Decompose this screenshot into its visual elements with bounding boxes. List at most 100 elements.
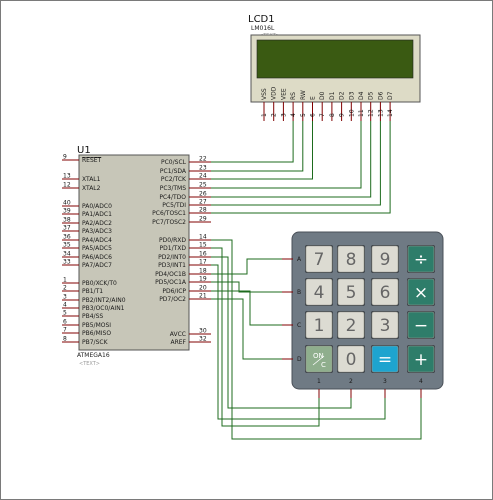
lcd-pin-number: 7 [319,113,326,117]
lcd-pin-number: 8 [329,113,336,117]
key-label: ÷ [414,250,428,270]
mcu-right-pin-name: PC7/TOSC2 [152,219,186,226]
mcu-left-pin-name: PB7/SCK [82,339,109,346]
mcu-right-pin-number: 17 [199,259,207,266]
mcu-left-pin-number: 9 [63,154,67,161]
lcd-ref-label: LCD1 [248,14,275,25]
keypad-row-label: D [297,356,302,363]
key-label: 9 [380,250,391,270]
lcd-pin-name: D1 [329,91,336,100]
mcu-left-pin-number: 36 [63,234,71,241]
mcu-left-pin-number: 5 [63,310,67,317]
mcu-left-pin-name: RESET [82,157,102,164]
lcd-pin-number: 13 [377,109,384,117]
mcu-right-pin-name: AREF [170,339,186,346]
key-1-button[interactable]: 1 [305,311,333,339]
mcu-part-label: ATMEGA16 [77,352,110,359]
mcu-left-pin-number: 37 [63,225,71,232]
key-5-button[interactable]: 5 [337,278,365,306]
key-multiply-button[interactable]: × [407,278,435,306]
lcd-pin-name: D3 [348,91,355,100]
key-divide-button[interactable]: ÷ [407,245,435,273]
mcu-right-pin-name: PD7/OC2 [159,296,186,303]
mcu-left-pin-number: 12 [63,182,71,189]
mcu-text-hint: <TEXT> [79,361,100,367]
keypad[interactable]: 7 8 9 ÷4 5 6 ×1 2 3 −ONC 0 = + ABCD1 2 3 4 [282,231,444,398]
key-3-button[interactable]: 3 [371,311,399,339]
key-label: 6 [380,283,391,303]
mcu-right-pin-number: 23 [199,165,207,172]
mcu-right-pin-name: PD2/INT0 [158,254,186,261]
lcd-screen [256,39,414,79]
mcu-right-pin-name: PD4/OC1B [155,271,186,278]
mcu-chip[interactable]: U1 ATMEGA16 <TEXT> 9 RESET13 XTAL112 XTAL24… [62,145,211,367]
key-label: 0 [346,350,357,370]
lcd-pin-name: D6 [377,91,384,100]
mcu-right-pin-number: 16 [199,251,207,258]
mcu-right-pin-number: 14 [199,234,207,241]
lcd-part-label: LM016L [251,25,275,32]
mcu-right-pin-number: 24 [199,173,207,180]
key-label: + [414,350,428,370]
mcu-right-pin-name: PC1/SDA [160,168,187,175]
key-4-button[interactable]: 4 [305,278,333,306]
keypad-row-label: C [297,322,301,329]
lcd-pin-number: 14 [387,109,394,117]
key-label: 7 [314,250,325,270]
key-label: 3 [380,316,391,336]
key-label: = [378,350,392,370]
key-6-button[interactable]: 6 [371,278,399,306]
mcu-left-pin-number: 33 [63,259,71,266]
key-2-button[interactable]: 2 [337,311,365,339]
mcu-right-pin-name: PC4/TDO [159,194,186,201]
lcd-pin-name: D4 [358,91,365,100]
key-plus-button[interactable]: + [407,345,435,373]
mcu-left-pin-name: PB1/T1 [82,288,103,295]
mcu-left-pin-name: PA3/ADC3 [82,228,112,235]
mcu-right-pin-number: 27 [199,199,207,206]
keypad-col-label: 2 [349,378,353,385]
key-7-button[interactable]: 7 [305,245,333,273]
mcu-right-pin-name: PD5/OC1A [155,279,187,286]
mcu-left-pin-number: 38 [63,217,71,224]
mcu-left-pin-name: PA5/ADC5 [82,245,112,252]
lcd-pin-number: 6 [310,113,317,117]
key-minus-button[interactable]: − [407,311,435,339]
keypad-col-label: 3 [383,378,387,385]
mcu-left-pin-name: PA2/ADC2 [82,220,112,227]
mcu-left-pin-name: PA7/ADC7 [82,262,112,269]
mcu-left-pin-number: 6 [63,319,67,326]
key-on-clear-button[interactable]: ONC [305,345,333,373]
mcu-left-pin-name: PA6/ADC6 [82,254,112,261]
mcu-right-pin-number: 19 [199,276,207,283]
key-8-button[interactable]: 8 [337,245,365,273]
key-0-button[interactable]: 0 [337,345,365,373]
mcu-right-pin-number: 15 [199,242,207,249]
lcd-pin-name: RW [300,90,307,100]
mcu-ref-label: U1 [77,145,91,156]
key-label: C [321,361,326,369]
mcu-left-pin-number: 13 [63,173,71,180]
mcu-left-pin-name: PB2/INT2/AIN0 [82,297,126,304]
mcu-left-pin-number: 7 [63,327,67,334]
mcu-right-pin-name: PD3/INT1 [158,262,186,269]
mcu-right-pin-name: PC0/SCL [161,159,187,166]
key-label: 8 [346,250,357,270]
mcu-left-pin-number: 34 [63,251,71,258]
mcu-right-pin-name: PC5/TDI [162,202,186,209]
mcu-right-pin-number: 32 [199,336,207,343]
lcd-pin-number: 5 [300,113,307,117]
key-9-button[interactable]: 9 [371,245,399,273]
mcu-right-pin-number: 22 [199,156,207,163]
key-label: 2 [346,316,357,336]
mcu-left-pin-number: 3 [63,294,67,301]
lcd-pin-name: E [310,96,317,100]
key-equals-button[interactable]: = [371,345,399,373]
lcd-pin-number: 12 [368,109,375,117]
mcu-left-pin-name: XTAL1 [82,176,101,183]
mcu-right-pin-number: 29 [199,216,207,223]
mcu-right-pin-name: PC2/TCK [161,176,187,183]
key-label: − [414,316,428,336]
mcu-right-pin-name: AVCC [170,331,186,338]
lcd-pin-name: D0 [319,91,326,100]
